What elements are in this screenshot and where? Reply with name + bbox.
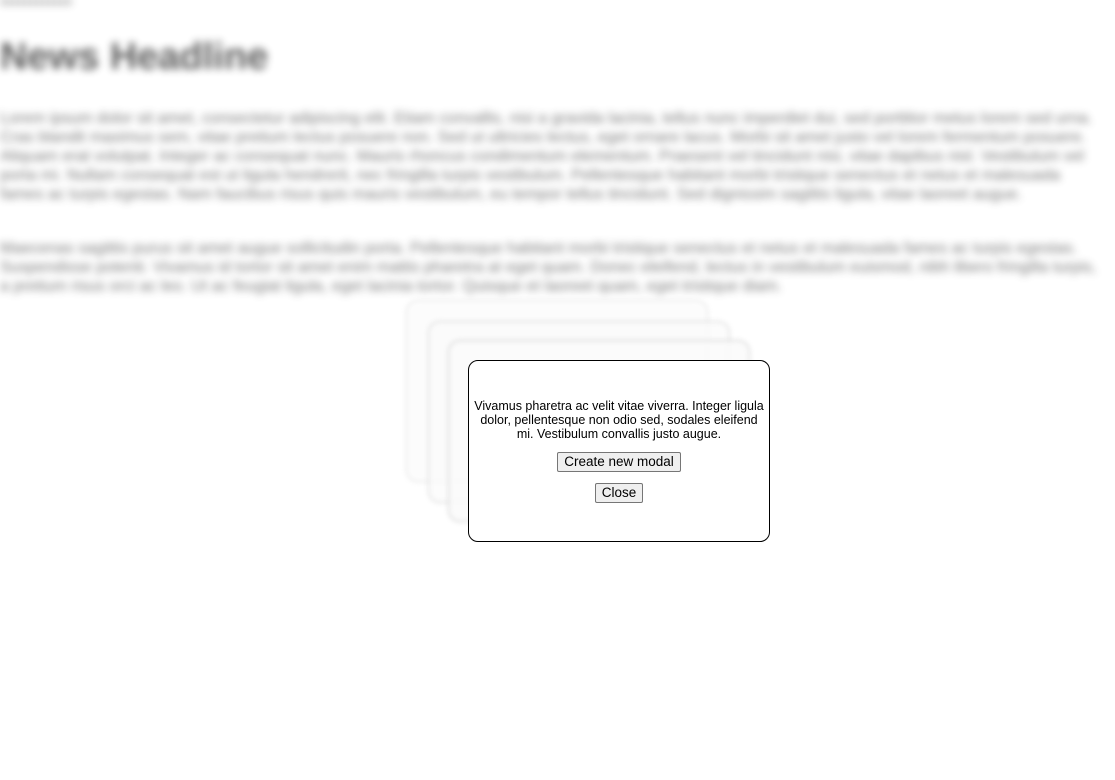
create-new-modal-button[interactable]: Create new modal xyxy=(557,452,681,472)
active-modal-dialog: Vivamus pharetra ac velit vitae viverra.… xyxy=(468,360,770,542)
article-headline: News Headline xyxy=(0,36,269,78)
article-paragraph: Maecenas sagittis purus sit amet augue s… xyxy=(0,240,1097,295)
page-viewport: xxxxxxxxxxxx News Headline Lorem ipsum d… xyxy=(0,0,1115,780)
article-paragraph: Lorem ipsum dolor sit amet, consectetur … xyxy=(0,110,1093,203)
close-button[interactable]: Close xyxy=(594,483,644,503)
modal-message: Vivamus pharetra ac velit vitae viverra.… xyxy=(474,399,764,441)
article-kicker: xxxxxxxxxxxx xyxy=(0,0,72,8)
